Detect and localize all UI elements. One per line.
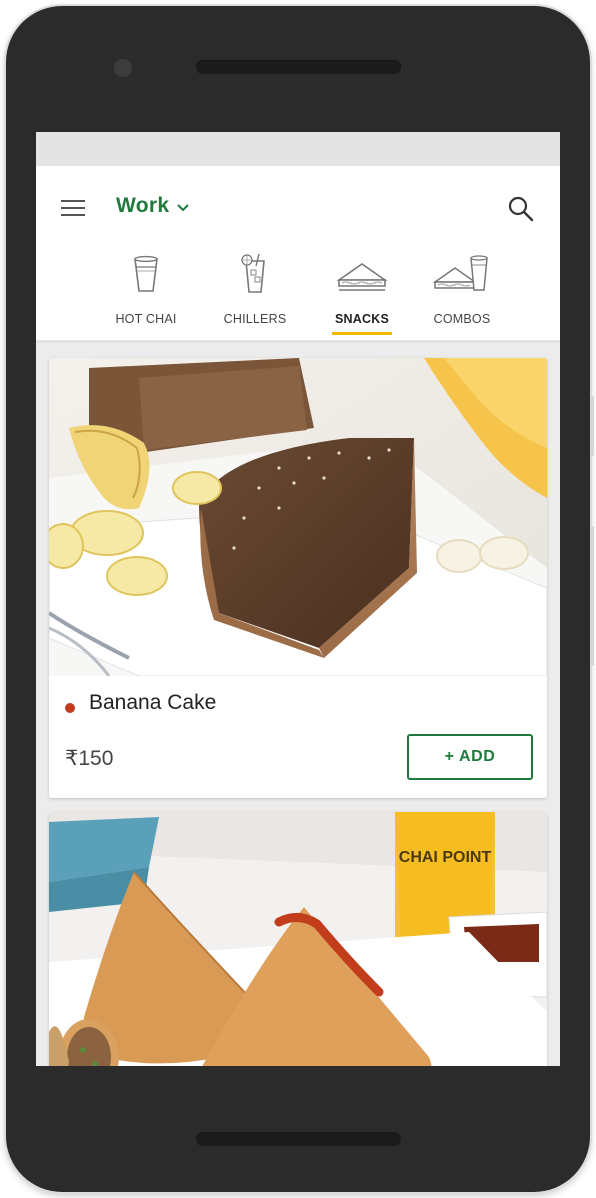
sandwich-icon — [336, 263, 388, 291]
location-label: Work — [116, 194, 170, 217]
tab-label: SNACKS — [335, 312, 389, 326]
product-card[interactable]: CHAI POINT — [49, 812, 547, 1066]
tab-label: COMBOS — [433, 312, 491, 326]
search-icon[interactable] — [506, 194, 536, 224]
iced-drink-icon — [241, 253, 265, 293]
status-bar — [36, 132, 560, 166]
cup-icon — [134, 255, 158, 292]
tab-hot-chai[interactable]: HOT CHAI — [98, 252, 194, 340]
product-image: CHAI POINT — [49, 812, 547, 1066]
tab-combos[interactable]: COMBOS — [414, 252, 510, 340]
add-button[interactable]: + ADD — [407, 734, 533, 780]
bottom-speaker — [196, 1132, 401, 1146]
menu-icon[interactable] — [58, 196, 88, 222]
top-speaker — [196, 60, 401, 74]
tab-snacks[interactable]: SNACKS — [314, 252, 410, 340]
location-selector[interactable]: Work — [116, 194, 190, 218]
volume-button — [590, 396, 594, 456]
tab-label: HOT CHAI — [115, 312, 177, 326]
cup-brand-text: CHAI POINT — [399, 849, 492, 866]
product-image — [49, 358, 547, 676]
product-card[interactable]: Banana Cake ₹150 + ADD — [49, 358, 547, 798]
app-header: Work HOT CHAI CHILLERS SNACKS COMBOS — [36, 166, 560, 343]
category-tabs: HOT CHAI CHILLERS SNACKS COMBOS — [96, 252, 496, 340]
active-tab-indicator — [332, 332, 392, 335]
phone-frame: Work HOT CHAI CHILLERS SNACKS COMBOS Ban… — [6, 6, 594, 1192]
front-camera — [114, 59, 132, 77]
chevron-down-icon — [177, 203, 190, 211]
product-name: Banana Cake — [89, 691, 217, 714]
tab-chillers[interactable]: CHILLERS — [207, 252, 303, 340]
app-screen: Work HOT CHAI CHILLERS SNACKS COMBOS Ban… — [36, 132, 560, 1066]
tab-label: CHILLERS — [223, 312, 287, 326]
combo-icon — [433, 255, 488, 291]
non-veg-indicator — [65, 703, 75, 713]
side-button — [590, 526, 594, 666]
product-price: ₹150 — [65, 747, 114, 770]
